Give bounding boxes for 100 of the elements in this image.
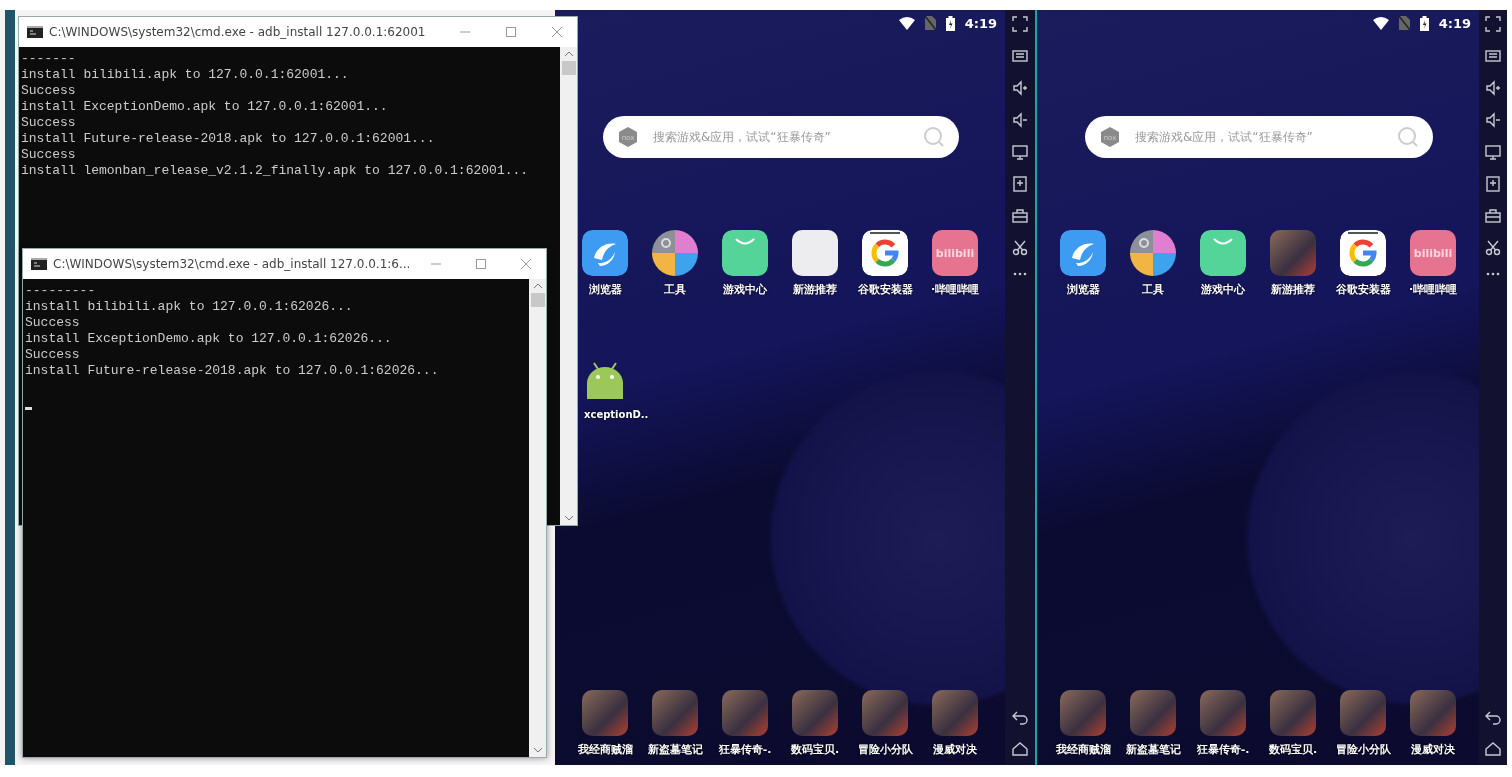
- scissors-icon[interactable]: [1485, 240, 1501, 256]
- console-line: install bilibili.apk to 127.0.0.1:62026...: [25, 299, 354, 315]
- game-art-placeholder[interactable]: [792, 690, 838, 736]
- console-line: Success: [21, 115, 77, 131]
- app-label: 工具: [1142, 282, 1164, 297]
- app-label: 漫威对决: [1411, 742, 1455, 757]
- back-icon[interactable]: [1012, 709, 1028, 725]
- app-label: 谷歌安装器: [857, 282, 913, 297]
- console-line: install lemonban_release_v2.1.2_finally.apk to 127.0.0.1:62001...: [21, 163, 530, 179]
- console-line: Success: [25, 315, 81, 331]
- globe-app-icon[interactable]: [1060, 230, 1106, 276]
- console-line: -------: [21, 51, 77, 67]
- game-art-placeholder[interactable]: [1130, 690, 1176, 736]
- fullscreen-icon[interactable]: [1485, 16, 1501, 32]
- app-label: 谷歌安装器: [1335, 282, 1391, 297]
- game-art-placeholder[interactable]: [722, 690, 768, 736]
- game-art-placeholder[interactable]: [1060, 690, 1106, 736]
- add-file-icon[interactable]: [1012, 176, 1028, 192]
- wifi-icon: [1372, 16, 1389, 30]
- tools-app-icon[interactable]: [652, 230, 698, 276]
- scrollbar-thumb[interactable]: [530, 293, 545, 307]
- no-sim-icon: [1398, 16, 1410, 30]
- add-file-icon[interactable]: [1485, 176, 1501, 192]
- app-label: 游戏中心: [723, 282, 767, 297]
- scrollbar[interactable]: [529, 279, 546, 757]
- toolbox-icon[interactable]: [1012, 208, 1028, 224]
- volume-up-icon[interactable]: [1012, 80, 1028, 96]
- app-label: 浏览器: [1066, 282, 1100, 297]
- close-icon: [552, 27, 562, 37]
- app-label: 新游推荐: [793, 282, 837, 297]
- window-title: C:\WINDOWS\system32\cmd.exe - adb_install 127.0.0.1:62001: [49, 25, 427, 39]
- maximize-icon: [506, 27, 516, 37]
- game-art-placeholder[interactable]: [582, 690, 628, 736]
- scroll-up-icon[interactable]: [532, 283, 543, 289]
- console-line: install bilibili.apk to 127.0.0.1:62001...: [21, 67, 350, 83]
- app-label: 狂暴传奇-.: [718, 742, 772, 757]
- scissors-icon[interactable]: [1012, 240, 1028, 256]
- app-label: 漫威对决: [933, 742, 977, 757]
- bag-app-icon[interactable]: [1200, 230, 1246, 276]
- scroll-up-icon[interactable]: [563, 51, 574, 57]
- keyboard-icon[interactable]: [1012, 48, 1028, 64]
- scroll-down-icon[interactable]: [563, 515, 574, 521]
- battery-icon: [1419, 15, 1429, 31]
- volume-down-icon[interactable]: [1485, 112, 1501, 128]
- back-icon[interactable]: [1485, 709, 1501, 725]
- game-art-placeholder[interactable]: [1340, 690, 1386, 736]
- globe-app-icon[interactable]: [582, 230, 628, 276]
- scrollbar-thumb[interactable]: [561, 61, 576, 75]
- home-icon[interactable]: [1012, 741, 1028, 757]
- app-label: 数码宝贝.: [790, 742, 840, 757]
- scroll-down-icon[interactable]: [532, 747, 543, 753]
- keyboard-icon[interactable]: [1485, 48, 1501, 64]
- toolbox-icon[interactable]: [1485, 208, 1501, 224]
- maximize-icon: [476, 259, 487, 269]
- game-art-placeholder[interactable]: [862, 690, 908, 736]
- app-label: 工具: [664, 282, 686, 297]
- g-logo-icon[interactable]: [862, 230, 908, 276]
- logo-app-icon[interactable]: bilibili: [1410, 230, 1456, 276]
- app-label: 狂暴传奇-.: [1196, 742, 1250, 757]
- tools-app-icon[interactable]: [1130, 230, 1176, 276]
- app-label: 冒险小分队: [1335, 742, 1391, 757]
- app-label: xceptionD..: [584, 409, 649, 420]
- app-icon[interactable]: [792, 230, 838, 276]
- game-art-placeholder[interactable]: [1270, 690, 1316, 736]
- status-time: 4:19: [964, 15, 997, 31]
- home-icon[interactable]: [1485, 741, 1501, 757]
- monitor-icon[interactable]: [1485, 144, 1501, 160]
- g-logo-icon[interactable]: [1340, 230, 1386, 276]
- console-line: Success: [25, 347, 81, 363]
- app-label: 新盗墓笔记: [1125, 742, 1181, 757]
- more-icon[interactable]: [1012, 272, 1028, 276]
- close-icon: [521, 259, 532, 269]
- bag-app-icon[interactable]: [722, 230, 768, 276]
- scrollbar[interactable]: [560, 47, 577, 525]
- app-label: 冒险小分队: [857, 742, 913, 757]
- game-art-placeholder[interactable]: [1410, 690, 1456, 736]
- volume-up-icon[interactable]: [1485, 80, 1501, 96]
- app-label: 浏览器: [588, 282, 622, 297]
- volume-down-icon[interactable]: [1012, 112, 1028, 128]
- console-line: install Future-release-2018.apk to 127.0.0.1:62026...: [25, 363, 440, 379]
- app-label: ·哔哩哔哩: [930, 282, 980, 297]
- logo-app-icon[interactable]: bilibili: [932, 230, 978, 276]
- more-icon[interactable]: [1485, 272, 1501, 276]
- fullscreen-icon[interactable]: [1012, 16, 1028, 32]
- status-time: 4:19: [1438, 15, 1471, 31]
- window-title: C:\WINDOWS\system32\cmd.exe - adb_install 127.0.0.1:6...: [53, 257, 411, 271]
- monitor-icon[interactable]: [1012, 144, 1028, 160]
- app-label: 新盗墓笔记: [647, 742, 703, 757]
- console-line: install ExceptionDemo.apk to 127.0.0.1:62001...: [21, 99, 389, 115]
- app-label: 我经商贼溜: [1055, 742, 1111, 757]
- console-line: install Future-release-2018.apk to 127.0.0.1:62001...: [21, 131, 436, 147]
- game-art-placeholder[interactable]: [1200, 690, 1246, 736]
- game-art-placeholder[interactable]: [652, 690, 698, 736]
- game-art-placeholder[interactable]: [932, 690, 978, 736]
- app-label: 数码宝贝.: [1268, 742, 1318, 757]
- console-line: Success: [21, 147, 77, 163]
- console-line: install ExceptionDemo.apk to 127.0.0.1:62026...: [25, 331, 393, 347]
- app-label: ·哔哩哔哩: [1408, 282, 1458, 297]
- game-art-placeholder[interactable]: [1270, 230, 1316, 276]
- console-line: ---------: [25, 283, 97, 299]
